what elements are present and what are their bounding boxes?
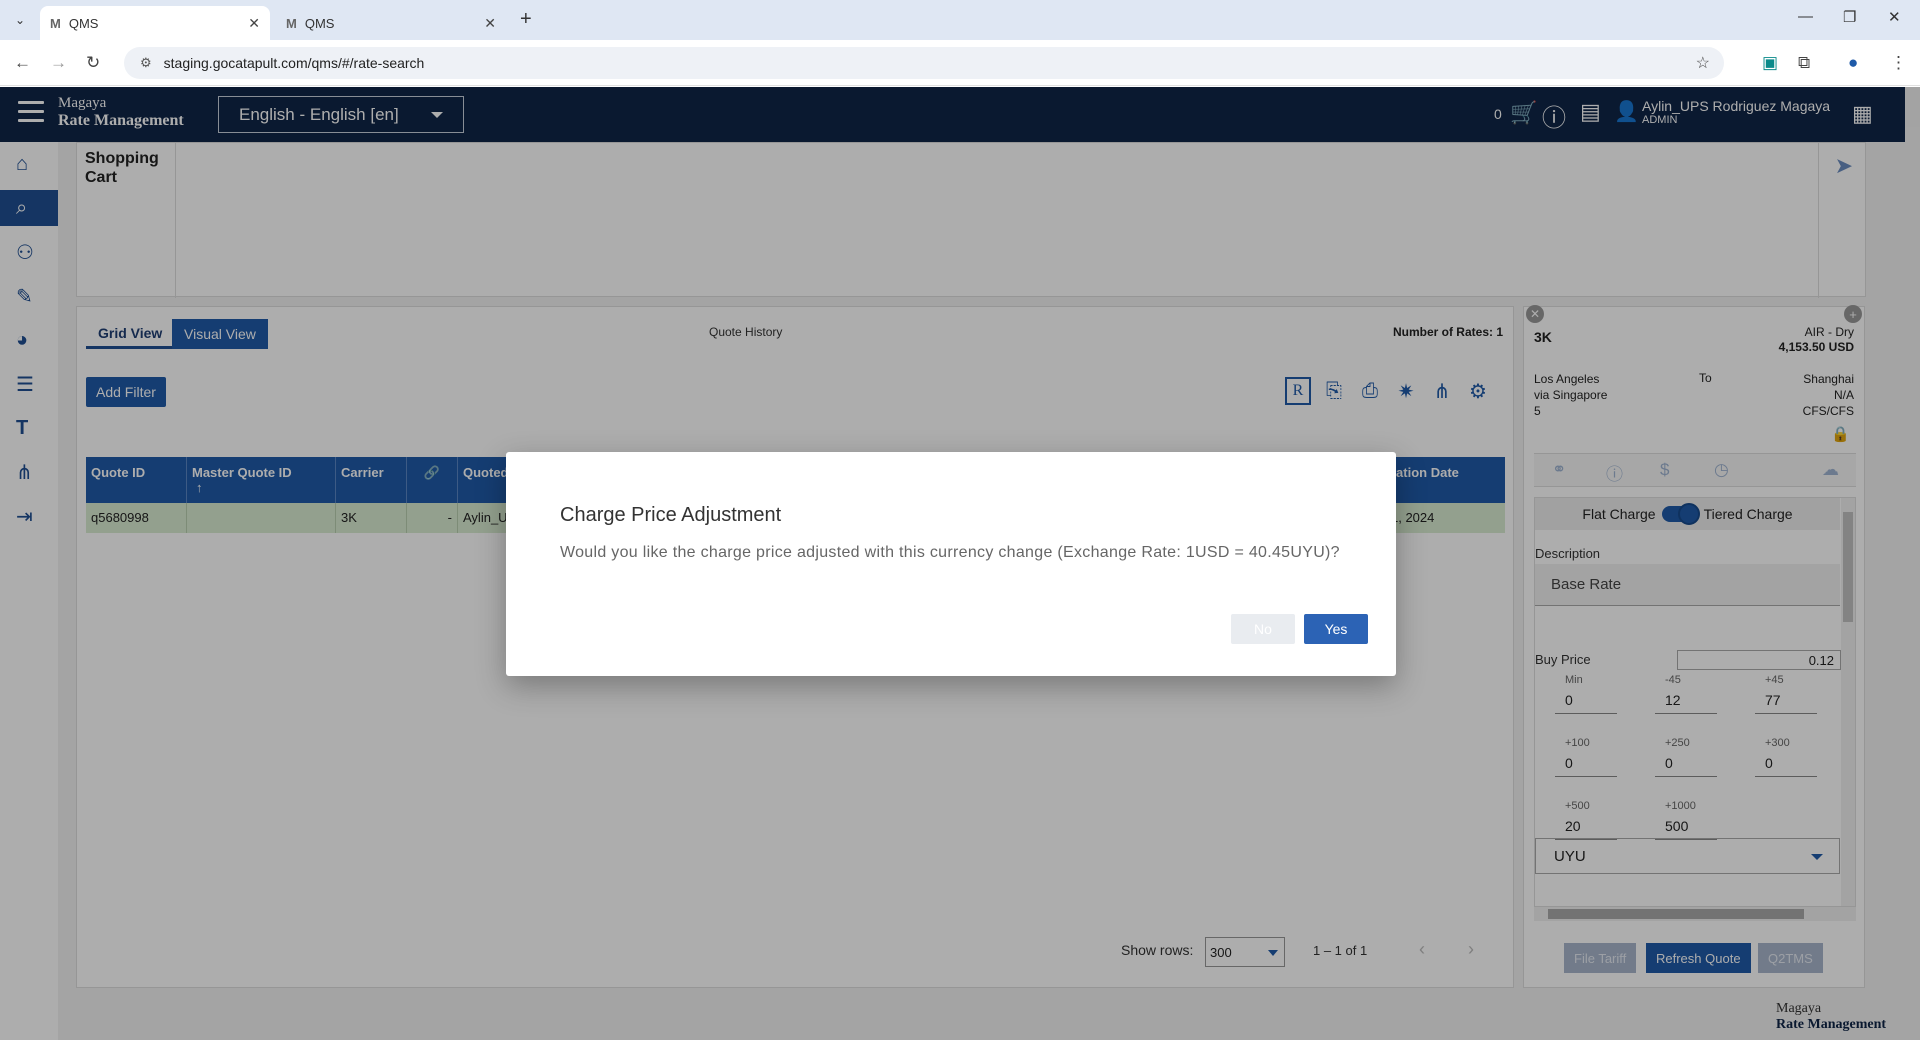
bookmark-star-icon[interactable]: ☆ (1696, 53, 1710, 73)
new-tab-icon[interactable]: + (520, 8, 532, 31)
address-bar: ← → ↻ ⚙ staging.gocatapult.com/qms/#/rat… (0, 40, 1920, 86)
restore-icon[interactable]: ❐ (1843, 8, 1856, 26)
favicon-icon: M (50, 15, 61, 31)
tab-close-icon[interactable]: ✕ (248, 15, 260, 32)
forward-icon[interactable]: → (50, 53, 67, 73)
tab-label: QMS (68, 15, 99, 31)
charge-price-adjustment-dialog: Charge Price Adjustment Would you like t… (506, 452, 1396, 676)
dialog-message: Would you like the charge price adjusted… (560, 544, 1340, 561)
browser-tab-bar: ⌄ M QMS ✕ M QMS ✕ + — ❐ ✕ (0, 0, 1920, 40)
extensions-puzzle-icon[interactable]: ⧉ (1798, 53, 1810, 73)
tab-label: QMS (304, 15, 335, 31)
tab-close-icon[interactable]: ✕ (484, 15, 496, 32)
browser-tab[interactable]: M QMS ✕ (276, 6, 506, 40)
url-text: staging.gocatapult.com/qms/#/rate-search (163, 55, 425, 71)
extension-icon[interactable]: ▣ (1762, 53, 1778, 73)
favicon-icon: M (286, 15, 297, 31)
tab-search-icon[interactable]: ⌄ (8, 8, 32, 32)
site-info-icon[interactable]: ⚙ (140, 55, 152, 71)
window-close-icon[interactable]: ✕ (1888, 8, 1901, 26)
minimize-icon[interactable]: — (1798, 8, 1813, 25)
reload-icon[interactable]: ↻ (86, 53, 100, 73)
dialog-title: Charge Price Adjustment (560, 504, 782, 526)
profile-icon[interactable]: ● (1848, 53, 1858, 73)
no-button[interactable]: No (1231, 614, 1295, 644)
browser-menu-icon[interactable]: ⋮ (1890, 53, 1907, 73)
url-field[interactable]: ⚙ staging.gocatapult.com/qms/#/rate-sear… (124, 47, 1724, 79)
yes-button[interactable]: Yes (1304, 614, 1368, 644)
browser-tab-active[interactable]: M QMS ✕ (40, 6, 270, 40)
back-icon[interactable]: ← (14, 53, 31, 73)
